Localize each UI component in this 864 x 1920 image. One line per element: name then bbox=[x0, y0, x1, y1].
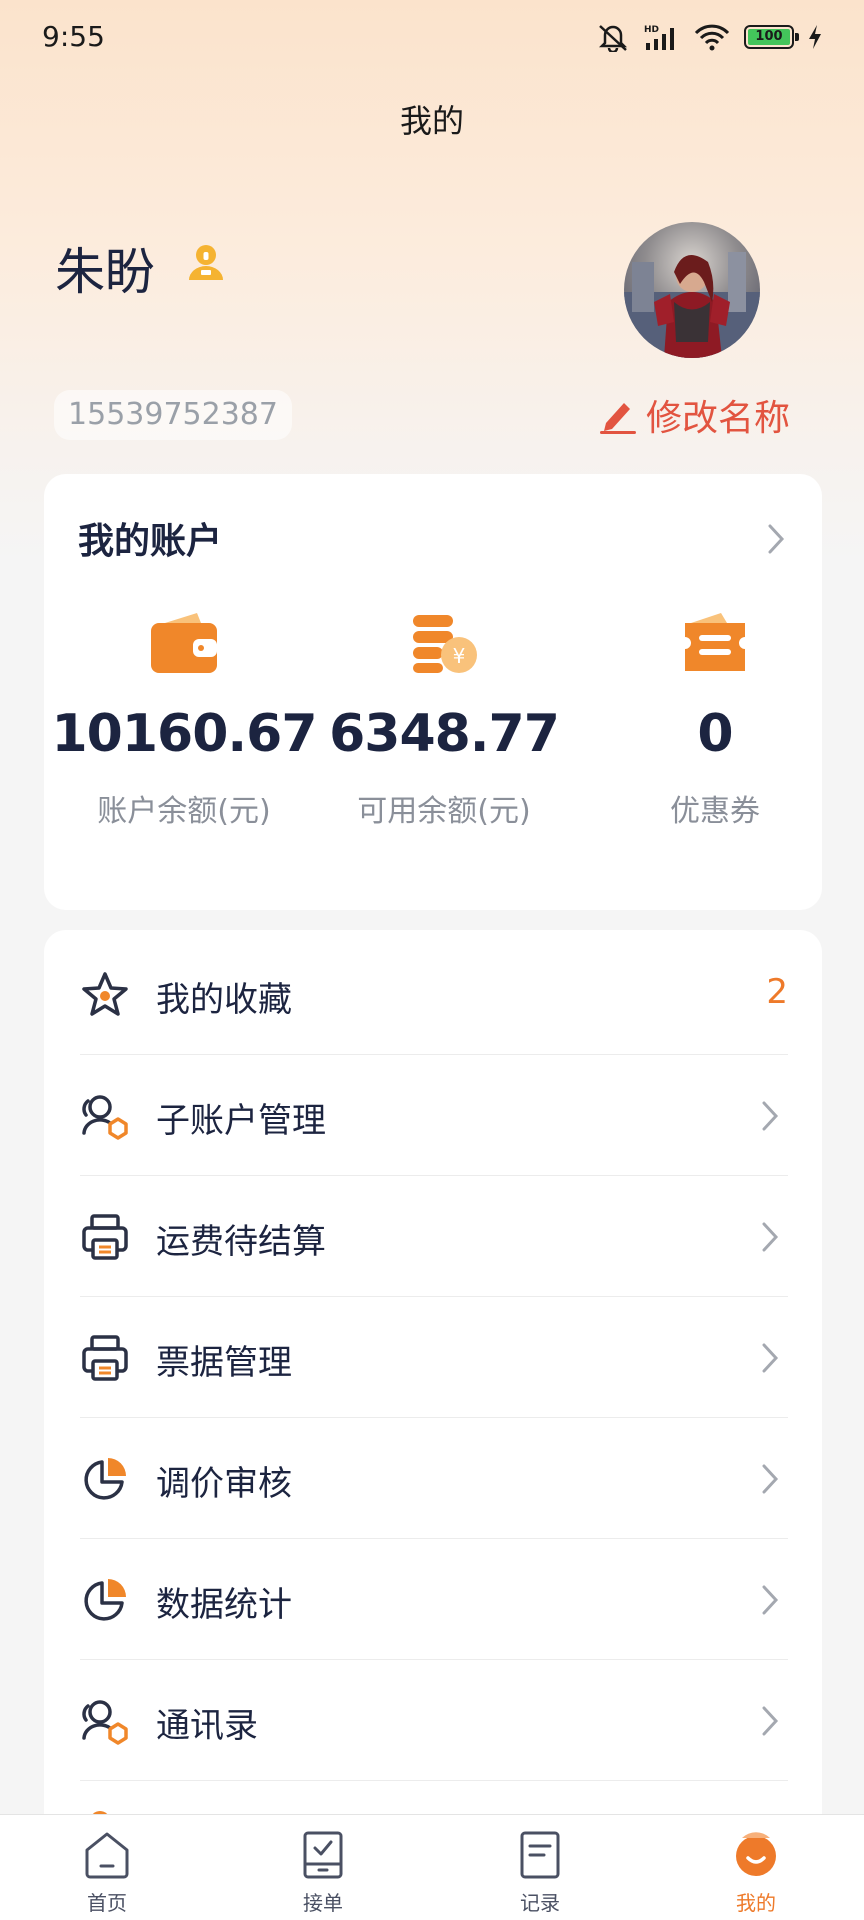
chevron-right-icon bbox=[762, 1101, 779, 1131]
account-balance-label: 账户余额(元) bbox=[97, 794, 271, 829]
status-bar: 9:55 HD 100 bbox=[0, 0, 864, 80]
available-balance-stat[interactable]: ¥ 6348.77 可用余额(元) bbox=[324, 606, 564, 830]
printer-icon bbox=[82, 1214, 128, 1260]
wifi-icon bbox=[694, 24, 730, 51]
pie-chart-icon bbox=[84, 1458, 126, 1500]
coins-icon: ¥ bbox=[413, 615, 477, 673]
sub-account-icon bbox=[82, 1095, 128, 1140]
menu-item-contacts[interactable]: 通讯录 bbox=[80, 1660, 788, 1781]
battery-level: 100 bbox=[748, 29, 790, 45]
available-balance-label: 可用余额(元) bbox=[357, 794, 531, 829]
chevron-right-icon bbox=[762, 1222, 779, 1252]
avatar[interactable] bbox=[624, 222, 760, 358]
printer-icon bbox=[82, 1335, 128, 1381]
verified-user-icon bbox=[189, 245, 223, 280]
home-icon bbox=[85, 1832, 129, 1879]
account-balance-stat[interactable]: 10160.67 账户余额(元) bbox=[44, 606, 324, 830]
nav-tab-label: 我的 bbox=[736, 1891, 776, 1915]
mute-icon bbox=[598, 25, 628, 52]
menu-item-label: 子账户管理 bbox=[156, 1101, 326, 1141]
coupon-icon bbox=[685, 613, 745, 671]
menu-item-label: 调价审核 bbox=[156, 1464, 292, 1504]
nav-tab-label: 接单 bbox=[303, 1891, 343, 1915]
menu-item-freight-settlement[interactable]: 运费待结算 bbox=[80, 1176, 788, 1297]
available-balance-value: 6348.77 bbox=[329, 704, 560, 764]
nav-tab-accept-orders[interactable]: 接单 bbox=[263, 1829, 383, 1916]
accept-order-icon bbox=[303, 1831, 343, 1879]
menu-item-label: 我的收藏 bbox=[156, 980, 292, 1020]
menu-item-data-statistics[interactable]: 数据统计 bbox=[80, 1539, 788, 1660]
wallet-icon bbox=[151, 613, 217, 673]
menu-item-label: 数据统计 bbox=[156, 1585, 292, 1625]
nav-tab-label: 首页 bbox=[87, 1891, 127, 1915]
chevron-right-icon bbox=[762, 1343, 779, 1373]
charging-icon bbox=[809, 25, 821, 49]
menu-item-price-review[interactable]: 调价审核 bbox=[80, 1418, 788, 1539]
star-icon bbox=[82, 972, 128, 1016]
coupon-value: 0 bbox=[697, 704, 733, 764]
coupon-stat[interactable]: 0 优惠券 bbox=[640, 606, 790, 830]
svg-text:HD: HD bbox=[644, 25, 659, 35]
bottom-nav: 首页 接单 记录 我的 bbox=[0, 1814, 864, 1920]
nav-tab-mine[interactable]: 我的 bbox=[696, 1829, 816, 1916]
menu-item-label: 票据管理 bbox=[156, 1343, 292, 1383]
menu-item-label: 运费待结算 bbox=[156, 1222, 326, 1262]
coupon-label: 优惠券 bbox=[670, 794, 760, 829]
records-icon bbox=[520, 1831, 560, 1879]
menu-item-invoice-management[interactable]: 票据管理 bbox=[80, 1297, 788, 1418]
chevron-right-icon bbox=[762, 1464, 779, 1494]
edit-name-label: 修改名称 bbox=[646, 398, 791, 439]
battery-icon: 100 bbox=[744, 25, 799, 49]
nav-tab-home[interactable]: 首页 bbox=[47, 1829, 167, 1916]
page-title: 我的 bbox=[399, 102, 464, 140]
pencil-icon bbox=[600, 403, 636, 434]
avatar-image bbox=[624, 252, 760, 358]
chevron-right-icon bbox=[762, 1706, 779, 1736]
phone-number: 15539752387 bbox=[54, 390, 292, 440]
account-card[interactable]: 我的账户 10160.67 账户余额(元) ¥ 6348.77 可用余额(元) … bbox=[44, 474, 822, 910]
svg-text:¥: ¥ bbox=[453, 644, 466, 668]
menu-item-sub-accounts[interactable]: 子账户管理 bbox=[80, 1055, 788, 1176]
nav-tab-label: 记录 bbox=[520, 1891, 560, 1915]
contacts-icon bbox=[82, 1700, 128, 1745]
menu-item-label: 通讯录 bbox=[156, 1706, 258, 1746]
edit-name-button[interactable]: 修改名称 bbox=[598, 390, 790, 440]
account-title: 我的账户 bbox=[78, 521, 223, 562]
signal-icon: HD bbox=[644, 25, 674, 50]
status-icons: HD 100 bbox=[596, 22, 822, 52]
menu-card: 我的收藏 2 子账户管理 运费待结算 票据管理 调价审核 数据统计 通讯录 bbox=[44, 930, 822, 1920]
pie-chart-icon bbox=[84, 1579, 126, 1621]
status-time: 9:55 bbox=[42, 20, 105, 53]
account-balance-value: 10160.67 bbox=[51, 704, 317, 764]
nav-tab-records[interactable]: 记录 bbox=[480, 1829, 600, 1916]
profile-icon bbox=[736, 1832, 776, 1876]
favorites-count-badge: 2 bbox=[766, 972, 788, 1012]
chevron-right-icon bbox=[762, 1585, 779, 1615]
chevron-right-icon[interactable] bbox=[766, 522, 786, 556]
menu-item-favorites[interactable]: 我的收藏 2 bbox=[80, 934, 788, 1055]
user-name: 朱盼 bbox=[55, 243, 155, 301]
